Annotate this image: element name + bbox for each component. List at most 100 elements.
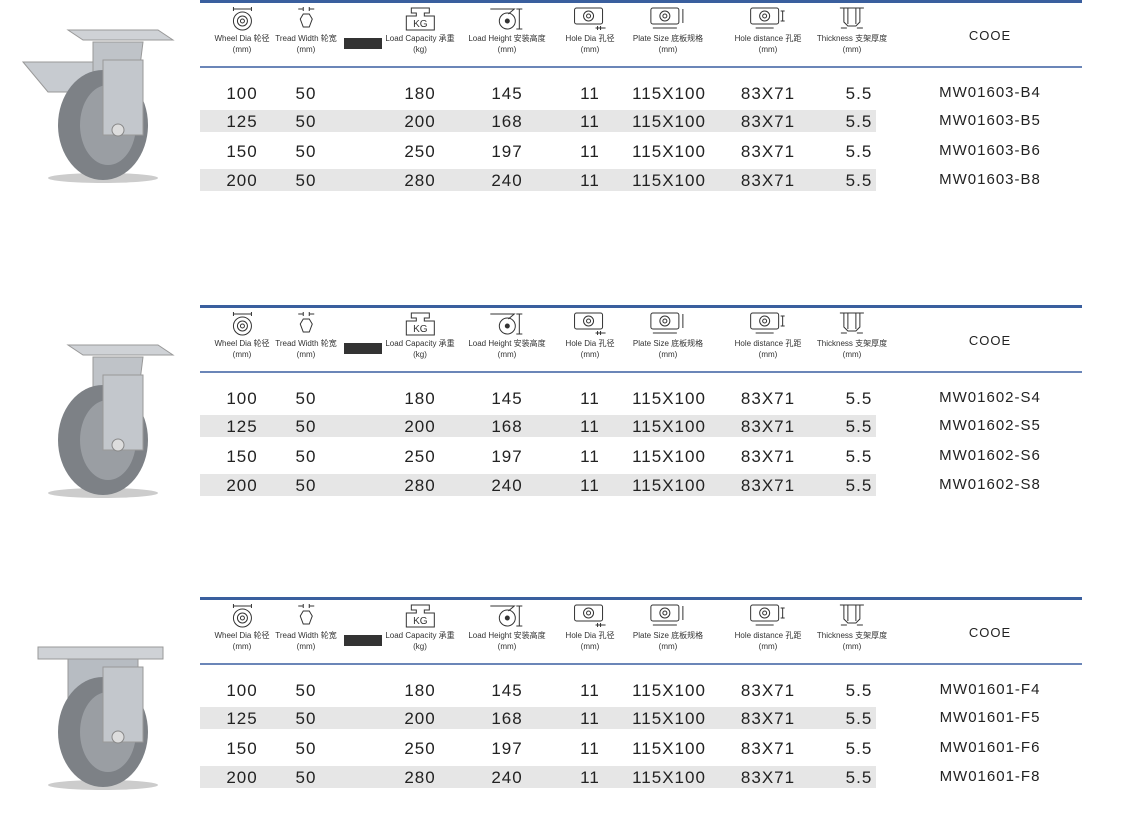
hole-dia-icon — [566, 6, 615, 32]
table-row: 100 50 180 145 11 115X100 83X71 5.5 MW01602-S4 — [200, 387, 1100, 409]
table-row: 200 50 280 240 11 115X100 83X71 5.5 MW01601-F8 — [200, 766, 1100, 788]
cell-code: MW01602-S5 — [939, 417, 1041, 434]
cell-hole-distance: 83X71 — [740, 84, 796, 103]
header-unit: (mm) — [842, 642, 862, 651]
cell-load-height: 240 — [491, 476, 523, 495]
header-hole-dia: Hole Dia 孔径 (mm) — [565, 311, 615, 360]
cell-hole-dia: 11 — [580, 681, 600, 700]
cell-tread-width: 50 — [295, 417, 317, 436]
header-load-height: Load Height 安装高度 (mm) — [468, 311, 546, 360]
header-hole-dia: Hole Dia 孔径 (mm) — [566, 603, 614, 652]
tread-width-icon — [275, 603, 337, 629]
header-unit: (mm) — [658, 45, 678, 54]
spec-table: Wheel Dia 轮径 (mm) Tread Width 轮宽 (mm) KG Load… — [0, 0, 1140, 200]
header-wheel-dia: Wheel Dia 轮径 (mm) — [214, 603, 270, 652]
plate-size-icon — [633, 6, 703, 32]
header-label: Hole distance 孔距 — [734, 34, 802, 43]
cell-code: MW01601-F6 — [939, 739, 1041, 756]
header-unit: (mm) — [232, 350, 252, 359]
table-row: 200 50 280 240 11 115X100 83X71 5.5 MW01603-B8 — [200, 169, 1100, 191]
table-top-rule — [200, 0, 1082, 3]
cell-plate-size: 115X100 — [632, 389, 706, 408]
cell-code: MW01601-F4 — [939, 681, 1041, 698]
header-hole-distance: Hole distance 孔距 (mm) — [734, 6, 802, 55]
cell-thickness: 5.5 — [845, 84, 873, 103]
header-label: Plate Size 底板规格 — [632, 34, 704, 43]
cell-tread-width: 50 — [295, 709, 317, 728]
header-label: Hole Dia 孔径 — [565, 34, 615, 43]
cell-wheel-dia: 200 — [226, 171, 258, 190]
table-top-rule — [200, 305, 1082, 308]
cell-load-capacity: 180 — [404, 389, 436, 408]
header-label: Tread Width 轮宽 — [275, 631, 337, 640]
caster-photo — [8, 607, 193, 797]
load-height-icon — [468, 6, 545, 32]
tread-width-icon — [275, 311, 337, 337]
hole-distance-icon — [735, 311, 802, 337]
cell-load-capacity: 280 — [404, 171, 436, 190]
header-wheel-dia: Wheel Dia 轮径 (mm) — [214, 311, 270, 360]
header-unit: (mm) — [842, 45, 862, 54]
table-row: 100 50 180 145 11 115X100 83X71 5.5 MW01601-F4 — [200, 679, 1100, 701]
header-thickness: Thickness 支架厚度 (mm) — [817, 6, 887, 55]
caster-photo — [8, 0, 193, 190]
cell-code: MW01602-S8 — [939, 476, 1041, 493]
wheel-dia-icon — [214, 311, 269, 337]
cell-load-capacity: 180 — [404, 681, 436, 700]
cell-tread-width: 50 — [295, 681, 317, 700]
cell-hole-distance: 83X71 — [740, 476, 796, 495]
header-label: Load Height 安装高度 — [468, 339, 546, 348]
cell-plate-size: 115X100 — [632, 681, 706, 700]
header-unit: (mm) — [658, 642, 678, 651]
header-unit: (mm) — [842, 350, 862, 359]
table-row: 150 50 250 197 11 115X100 83X71 5.5 MW01602-S6 — [200, 445, 1100, 467]
cell-thickness: 5.5 — [845, 681, 873, 700]
cell-hole-dia: 11 — [580, 709, 600, 728]
header-unit: (mm) — [497, 350, 517, 359]
table-row: 150 50 250 197 11 115X100 83X71 5.5 MW01603-B6 — [200, 140, 1100, 162]
cell-plate-size: 115X100 — [632, 112, 706, 131]
header-unit: (kg) — [413, 45, 427, 54]
svg-text:KG: KG — [413, 616, 428, 627]
cell-tread-width: 50 — [295, 768, 317, 787]
cell-plate-size: 115X100 — [632, 476, 706, 495]
cell-hole-distance: 83X71 — [740, 739, 796, 758]
header-label: Hole Dia 孔径 — [565, 339, 615, 348]
table-row: 125 50 200 168 11 115X100 83X71 5.5 MW01603-B5 — [200, 110, 1100, 132]
cell-plate-size: 115X100 — [632, 417, 706, 436]
cell-thickness: 5.5 — [845, 739, 873, 758]
cell-load-capacity: 280 — [404, 476, 436, 495]
cell-tread-width: 50 — [295, 84, 317, 103]
cell-wheel-dia: 100 — [226, 84, 258, 103]
cell-wheel-dia: 125 — [226, 417, 258, 436]
wheel-dia-icon — [214, 6, 269, 32]
cell-hole-dia: 11 — [580, 171, 600, 190]
cell-code: MW01603-B5 — [939, 112, 1041, 129]
cell-hole-distance: 83X71 — [740, 417, 796, 436]
header-unit: (mm) — [758, 642, 778, 651]
header-label: Hole distance 孔距 — [734, 631, 802, 640]
header-unit: (mm) — [497, 642, 517, 651]
header-unit: (kg) — [413, 350, 427, 359]
cell-wheel-dia: 150 — [226, 739, 258, 758]
header-unit: (mm) — [497, 45, 517, 54]
header-label: Load Capacity 承重 — [385, 34, 455, 43]
header-label: Load Capacity 承重 — [385, 631, 455, 640]
cell-plate-size: 115X100 — [632, 84, 706, 103]
cell-tread-width: 50 — [295, 476, 317, 495]
cell-hole-dia: 11 — [580, 768, 600, 787]
cell-plate-size: 115X100 — [632, 447, 706, 466]
cell-code: MW01602-S4 — [939, 389, 1041, 406]
header-label: Load Height 安装高度 — [468, 34, 546, 43]
header-label: Wheel Dia 轮径 — [214, 34, 270, 43]
header-code: COOE — [968, 333, 1012, 348]
header-hole-distance: Hole distance 孔距 (mm) — [735, 311, 802, 360]
cell-wheel-dia: 125 — [226, 709, 258, 728]
redacted-header-bar — [344, 38, 382, 49]
cell-code: MW01601-F5 — [939, 709, 1041, 726]
cell-thickness: 5.5 — [845, 417, 873, 436]
cell-plate-size: 115X100 — [632, 709, 706, 728]
header-thickness: Thickness 支架厚度 (mm) — [817, 311, 887, 360]
cell-hole-dia: 11 — [580, 739, 600, 758]
cell-tread-width: 50 — [295, 142, 317, 161]
